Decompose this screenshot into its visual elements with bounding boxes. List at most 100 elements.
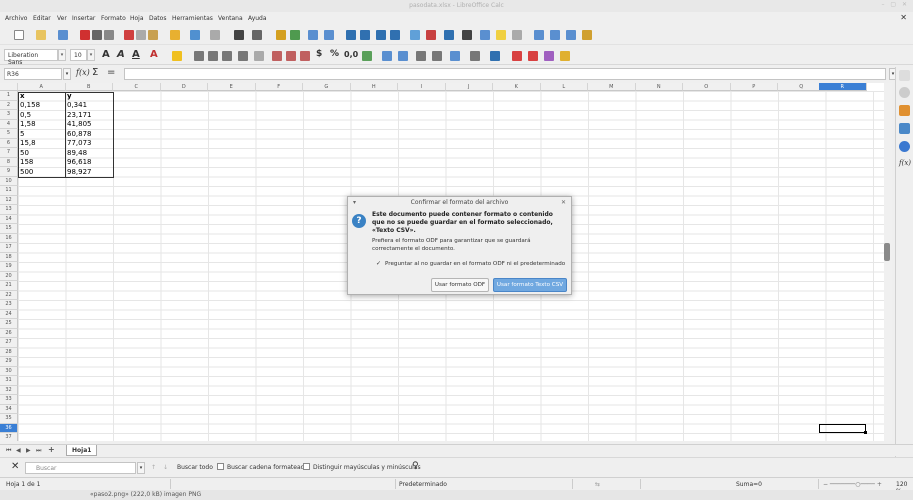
menu-ventana[interactable]: Ventana	[218, 15, 243, 22]
comment-icon[interactable]	[496, 30, 506, 40]
name-box[interactable]: R36	[4, 68, 62, 80]
menu-ver[interactable]: Ver	[57, 15, 67, 22]
properties-icon[interactable]	[899, 87, 910, 98]
row-header[interactable]: 23	[0, 300, 18, 310]
zoom-slider[interactable]: − ───────○──── +	[823, 481, 882, 488]
headers-footers-icon[interactable]	[512, 30, 522, 40]
row-header[interactable]: 25	[0, 319, 18, 329]
print-preview-icon[interactable]	[104, 30, 114, 40]
row-header[interactable]: 29	[0, 357, 18, 367]
currency-format-icon[interactable]: $	[316, 49, 322, 59]
align-bottom-icon[interactable]	[300, 51, 310, 61]
first-sheet-icon[interactable]: ⏮	[6, 447, 11, 455]
column-header[interactable]: N	[635, 83, 683, 91]
find-replace-icon[interactable]	[234, 30, 244, 40]
vertical-scrollbar[interactable]	[884, 83, 892, 441]
name-box-dropdown-icon[interactable]: ▾	[63, 68, 71, 80]
column-icon[interactable]	[290, 30, 300, 40]
row-header[interactable]: 12	[0, 195, 18, 205]
underline-icon[interactable]: A	[132, 49, 140, 60]
menu-insertar[interactable]: Insertar	[72, 15, 95, 22]
column-header[interactable]: H	[350, 83, 398, 91]
column-header[interactable]: B	[65, 83, 113, 91]
conditional-format-icon[interactable]	[512, 51, 522, 61]
highlight-color-icon[interactable]	[172, 51, 182, 61]
row-header[interactable]: 11	[0, 186, 18, 196]
sum-icon[interactable]: Σ	[92, 67, 98, 78]
merge-cells-icon[interactable]	[254, 51, 264, 61]
spelling-icon[interactable]	[252, 30, 262, 40]
row-header[interactable]: 16	[0, 233, 18, 243]
cut-icon[interactable]	[124, 30, 134, 40]
row-header[interactable]: 17	[0, 243, 18, 253]
data-bar-icon[interactable]	[544, 51, 554, 61]
menu-editar[interactable]: Editar	[33, 15, 51, 22]
row-header[interactable]: 24	[0, 309, 18, 319]
column-header-selected[interactable]: R	[819, 83, 867, 91]
freeze-rows-icon[interactable]	[550, 30, 560, 40]
row-header[interactable]: 1	[0, 91, 18, 101]
menu-ayuda[interactable]: Ayuda	[248, 15, 267, 22]
column-header[interactable]: M	[588, 83, 636, 91]
ask-format-checkbox[interactable]: ✓	[376, 261, 383, 268]
match-case-checkbox[interactable]	[303, 463, 310, 470]
next-sheet-icon[interactable]: ▶	[26, 447, 31, 454]
row-header[interactable]: 32	[0, 385, 18, 395]
insert-chart-icon[interactable]	[426, 30, 436, 40]
find-history-dropdown-icon[interactable]: ▾	[137, 462, 145, 474]
font-name-dropdown-icon[interactable]: ▾	[58, 49, 66, 61]
row-header[interactable]: 7	[0, 148, 18, 158]
italic-icon[interactable]: A	[117, 49, 125, 60]
row-header[interactable]: 4	[0, 119, 18, 129]
print-icon[interactable]	[92, 30, 102, 40]
column-header[interactable]: P	[730, 83, 778, 91]
percent-format-icon[interactable]: %	[330, 49, 339, 59]
row-header[interactable]: 18	[0, 252, 18, 262]
column-header[interactable]: L	[540, 83, 588, 91]
column-header[interactable]: C	[113, 83, 161, 91]
find-all-button[interactable]: Buscar todo	[177, 464, 213, 471]
menu-hoja[interactable]: Hoja	[130, 15, 144, 22]
row-header[interactable]: 2	[0, 100, 18, 110]
row-header[interactable]: 21	[0, 281, 18, 291]
page-style[interactable]: Predeterminado	[399, 481, 447, 488]
autofill-handle[interactable]	[864, 431, 867, 434]
insert-rows-icon[interactable]	[308, 30, 318, 40]
row-header[interactable]: 33	[0, 395, 18, 405]
column-header[interactable]: E	[208, 83, 256, 91]
active-cell-R36[interactable]	[819, 423, 866, 433]
navigator-icon[interactable]	[899, 141, 910, 152]
draw-functions-icon[interactable]	[582, 30, 592, 40]
sort-icon[interactable]	[346, 30, 356, 40]
row-header[interactable]: 26	[0, 328, 18, 338]
row-header[interactable]: 31	[0, 376, 18, 386]
sheet-tab-hoja1[interactable]: Hoja1	[66, 445, 98, 456]
styles-icon[interactable]	[899, 105, 910, 116]
column-header[interactable]: I	[398, 83, 446, 91]
row-header[interactable]: 36	[0, 423, 18, 433]
date-format-icon[interactable]	[362, 51, 372, 61]
vertical-scrollbar-thumb[interactable]	[884, 243, 890, 261]
open-folder-icon[interactable]	[36, 30, 46, 40]
row-header[interactable]: 22	[0, 290, 18, 300]
number-format-icon[interactable]: 0,0	[344, 50, 358, 59]
insert-image-icon[interactable]	[410, 30, 420, 40]
special-character-icon[interactable]	[462, 30, 472, 40]
copy-icon[interactable]	[136, 30, 146, 40]
formatted-checkbox[interactable]	[217, 463, 224, 470]
font-size-dropdown-icon[interactable]: ▾	[87, 49, 95, 61]
add-decimal-icon[interactable]	[382, 51, 392, 61]
define-print-area-icon[interactable]	[534, 30, 544, 40]
sort-descending-icon[interactable]	[376, 30, 386, 40]
functions-icon[interactable]: f(x)	[899, 159, 911, 170]
wrap-text-icon[interactable]	[238, 51, 248, 61]
row-header[interactable]: 9	[0, 167, 18, 177]
hyperlink-icon[interactable]	[480, 30, 490, 40]
row-header[interactable]: 10	[0, 176, 18, 186]
close-document-icon[interactable]: ✕	[900, 13, 907, 22]
row-header[interactable]: 20	[0, 271, 18, 281]
column-header[interactable]: J	[445, 83, 493, 91]
row-header[interactable]: 37	[0, 433, 18, 441]
sidebar-menu-icon[interactable]	[899, 70, 910, 81]
decrease-indent-icon[interactable]	[432, 51, 442, 61]
